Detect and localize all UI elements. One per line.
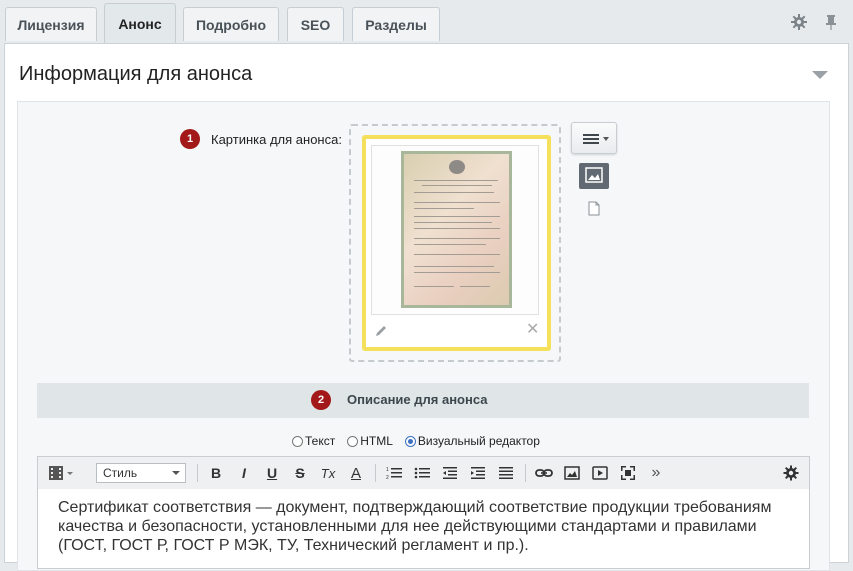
font-color-button[interactable]: A (346, 463, 366, 483)
certificate-thumbnail (401, 151, 512, 308)
svg-text:2: 2 (386, 475, 389, 481)
collapse-toggle-icon[interactable] (812, 71, 828, 79)
tab-bar: Лицензия Анонс Подробно SEO Разделы (0, 0, 853, 44)
clear-format-button[interactable]: Tx (318, 463, 338, 483)
more-tools-button[interactable]: » (646, 463, 666, 483)
radio-text[interactable] (292, 435, 303, 447)
mode-html-label: HTML (360, 434, 393, 448)
film-strip-icon[interactable] (46, 463, 76, 483)
description-title: Описание для анонса (347, 392, 488, 407)
mode-text-option[interactable]: Текст (292, 434, 335, 448)
chevron-down-icon (172, 471, 180, 475)
tab-announce[interactable]: Анонс (104, 3, 176, 43)
file-icon[interactable] (588, 201, 600, 216)
gear-icon[interactable] (790, 13, 808, 31)
underline-button[interactable]: U (262, 463, 282, 483)
insert-image-icon[interactable] (562, 463, 582, 483)
bullet-list-icon[interactable] (412, 463, 432, 483)
visual-editor-area[interactable]: Сертификат соответствия — документ, подт… (37, 489, 810, 569)
svg-text:1: 1 (386, 467, 389, 473)
radio-html[interactable] (347, 435, 359, 447)
description-text[interactable]: Сертификат соответствия — документ, подт… (58, 498, 788, 555)
mode-visual-label: Визуальный редактор (417, 434, 540, 448)
toolbar-divider (525, 464, 526, 482)
editor-toolbar: Стиль B I U S Tx A 12 » (37, 456, 810, 490)
editor-mode-switch: Текст HTML Визуальный редактор (292, 434, 552, 448)
outdent-icon[interactable] (440, 463, 460, 483)
tab-seo[interactable]: SEO (287, 7, 344, 41)
style-select[interactable]: Стиль (96, 463, 186, 483)
fullscreen-icon[interactable] (618, 463, 638, 483)
hamburger-menu-icon[interactable] (571, 122, 617, 154)
section-title: Информация для анонса (19, 63, 253, 85)
preview-picture-label: Картинка для анонса: (211, 132, 342, 147)
pencil-icon[interactable] (374, 324, 388, 338)
indent-icon[interactable] (468, 463, 488, 483)
step-badge: 1 (180, 129, 200, 149)
gear-icon[interactable] (781, 463, 801, 483)
tab-details[interactable]: Подробно (183, 7, 279, 41)
link-icon[interactable] (534, 463, 554, 483)
insert-video-icon[interactable] (590, 463, 610, 483)
step-badge: 2 (311, 390, 331, 410)
mode-html-option[interactable]: HTML (347, 434, 393, 448)
toolbar-divider (375, 464, 376, 482)
style-select-value: Стиль (103, 466, 138, 480)
tab-sections[interactable]: Разделы (352, 7, 440, 41)
image-icon[interactable] (579, 163, 609, 189)
align-justify-icon[interactable] (496, 463, 516, 483)
ordered-list-icon[interactable]: 12 (384, 463, 404, 483)
bold-button[interactable]: B (206, 463, 226, 483)
pin-icon[interactable] (822, 13, 840, 31)
mode-text-label: Текст (305, 434, 336, 448)
toolbar-divider (197, 464, 198, 482)
tab-license[interactable]: Лицензия (5, 7, 97, 41)
italic-button[interactable]: I (234, 463, 254, 483)
radio-visual[interactable] (404, 435, 416, 447)
mode-visual-option[interactable]: Визуальный редактор (404, 434, 540, 448)
strikethrough-button[interactable]: S (290, 463, 310, 483)
remove-image-button[interactable]: ✕ (526, 322, 539, 338)
